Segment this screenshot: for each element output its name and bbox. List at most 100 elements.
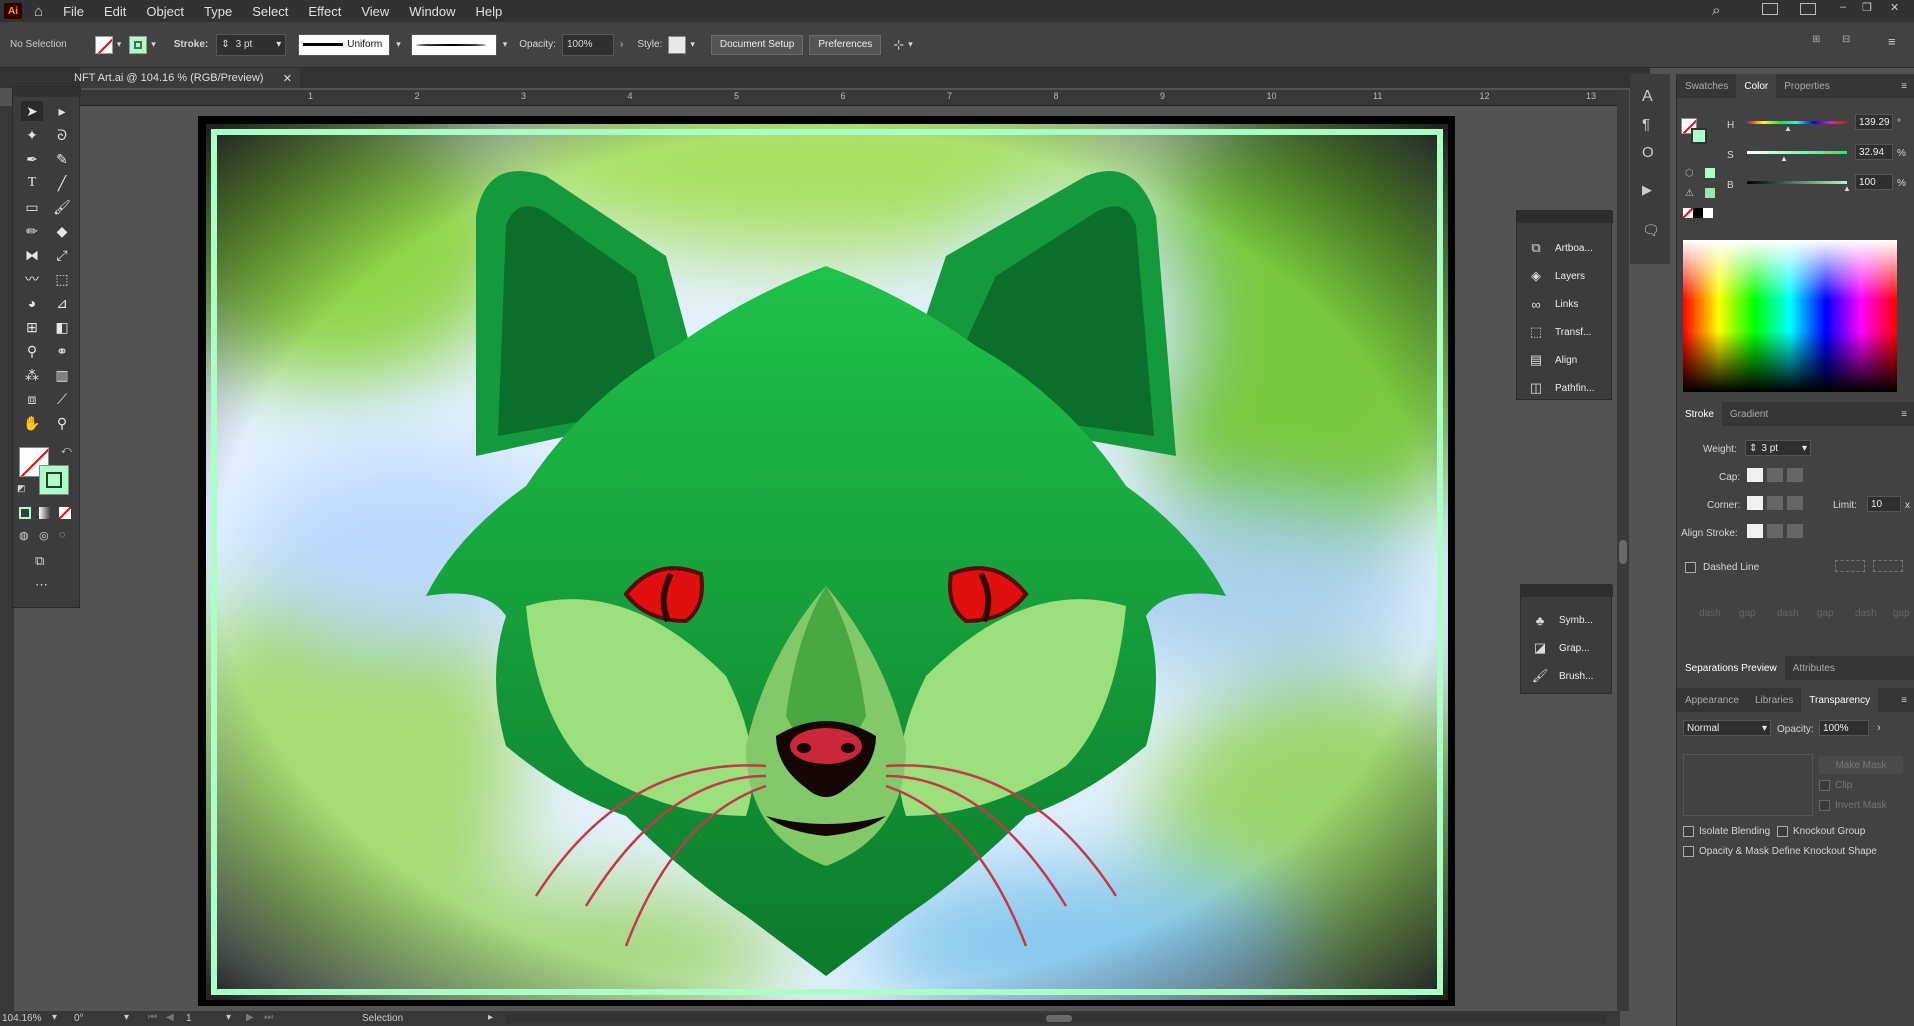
chevron-down-icon[interactable]: ▾	[1762, 723, 1767, 734]
restore-icon[interactable]: ❐	[1862, 1, 1872, 14]
play-actions-icon[interactable]: ▶	[1642, 182, 1652, 198]
artboard-tool-icon[interactable]: ⧈	[21, 389, 43, 409]
symbol-sprayer-icon[interactable]: ⁂	[21, 365, 43, 385]
tab-stroke[interactable]: Stroke	[1677, 402, 1722, 426]
align-inside-button[interactable]	[1767, 524, 1783, 538]
transform-panel-button[interactable]: ⬚ Transf...	[1527, 324, 1591, 339]
stroke-weight-field[interactable]: ⇕ 3 pt ▾	[216, 33, 287, 56]
panel-menu-icon[interactable]: ≡	[1893, 409, 1914, 420]
transform-icon[interactable]: ⊟	[1842, 34, 1850, 45]
b-value[interactable]: 100	[1855, 174, 1893, 190]
layers-panel-button[interactable]: ◈ Layers	[1527, 268, 1585, 283]
hue-slider-thumb[interactable]: ▲	[1784, 124, 1792, 133]
chevron-down-icon[interactable]: ▾	[226, 1012, 231, 1023]
menu-select[interactable]: Select	[242, 4, 298, 19]
tab-attributes[interactable]: Attributes	[1785, 663, 1843, 674]
links-panel-button[interactable]: ∞ Links	[1527, 297, 1578, 312]
dashed-line-checkbox[interactable]	[1685, 562, 1696, 573]
chevron-down-icon[interactable]: ▾	[908, 39, 913, 50]
shape-builder-icon[interactable]: ◕	[21, 293, 43, 313]
tab-separations-preview[interactable]: Separations Preview	[1677, 656, 1785, 680]
horizontal-scroll-thumb[interactable]	[1046, 1015, 1072, 1022]
web-safe-icon[interactable]: ⬡	[1685, 168, 1694, 179]
tab-libraries[interactable]: Libraries	[1747, 695, 1801, 706]
menu-icon[interactable]: ≡	[1888, 34, 1896, 49]
align-center-button[interactable]	[1747, 524, 1763, 538]
round-join-button[interactable]	[1767, 496, 1783, 510]
magic-wand-icon[interactable]: ✦	[21, 125, 43, 145]
brightness-slider-thumb[interactable]: ▲	[1843, 184, 1851, 193]
type-tool-icon[interactable]: T	[21, 173, 43, 193]
align-panel-icon[interactable]: ⊞	[1812, 34, 1820, 45]
symbols-panel-button[interactable]: ♣ Symb...	[1531, 613, 1593, 628]
menu-help[interactable]: Help	[466, 4, 513, 19]
menu-edit[interactable]: Edit	[94, 4, 136, 19]
none-mode-icon[interactable]	[59, 507, 71, 519]
reflect-tool-icon[interactable]: ⧓	[21, 245, 43, 265]
fill-stroke-indicator[interactable]	[1681, 112, 1709, 152]
chevron-down-icon[interactable]: ▾	[52, 1012, 57, 1023]
miter-join-button[interactable]	[1747, 496, 1763, 510]
artboard-number[interactable]: 1	[186, 1013, 192, 1024]
gradient-tool-icon[interactable]: ◧	[51, 317, 73, 337]
gamut-warning-icon[interactable]: ⚠	[1685, 188, 1694, 199]
gradient-mode-icon[interactable]	[39, 507, 51, 519]
line-tool-icon[interactable]: ╱	[51, 173, 73, 193]
invert-mask-checkbox[interactable]	[1819, 800, 1830, 811]
gamut-swatch[interactable]	[1705, 188, 1715, 198]
arrange-icon[interactable]: ⊹	[893, 37, 904, 53]
make-mask-button[interactable]: Make Mask	[1819, 756, 1903, 774]
eraser-icon[interactable]: ◆	[51, 221, 73, 241]
character-icon[interactable]: A	[1642, 88, 1653, 106]
chevron-right-icon[interactable]: ›	[620, 39, 623, 50]
round-cap-button[interactable]	[1767, 468, 1783, 482]
tab-properties[interactable]: Properties	[1776, 81, 1838, 92]
artboards-panel-button[interactable]: ⧉ Artboa...	[1527, 240, 1592, 255]
rectangle-tool-icon[interactable]: ▭	[21, 197, 43, 217]
menu-file[interactable]: File	[53, 4, 94, 19]
screen-mode-icon[interactable]: ⧉	[35, 553, 44, 569]
brushes-panel-button[interactable]: 🖌 Brush...	[1531, 668, 1594, 683]
artboard[interactable]	[206, 124, 1448, 1000]
document-setup-button[interactable]: Document Setup	[710, 34, 804, 55]
dash-preserve-icon[interactable]	[1835, 560, 1865, 572]
tab-transparency[interactable]: Transparency	[1801, 688, 1879, 712]
eyedropper-icon[interactable]: ⚲	[21, 341, 43, 361]
align-panel-button[interactable]: ▤ Align	[1527, 352, 1577, 367]
column-graph-icon[interactable]: ▥	[51, 365, 73, 385]
butt-cap-button[interactable]	[1747, 468, 1763, 482]
tab-swatches[interactable]: Swatches	[1677, 81, 1736, 92]
white-swatch[interactable]	[1703, 208, 1713, 218]
vertical-scrollbar[interactable]	[1617, 90, 1629, 1011]
warp-tool-icon[interactable]: 〰	[21, 269, 43, 289]
pencil-icon[interactable]: ✏	[21, 221, 43, 241]
document-tab[interactable]: NFT Art.ai @ 104.16 % (RGB/Preview) ✕	[74, 68, 300, 88]
preferences-button[interactable]: Preferences	[809, 34, 882, 55]
curvature-tool-icon[interactable]: ✎	[51, 149, 73, 169]
stepper-icon[interactable]: ⇕	[1749, 443, 1757, 454]
close-tab-icon[interactable]: ✕	[283, 72, 292, 85]
panel-menu-icon[interactable]: ≡	[1893, 81, 1914, 92]
none-color-swatch[interactable]	[1683, 208, 1693, 218]
hand-tool-icon[interactable]: ✋	[21, 413, 43, 433]
search-icon[interactable]: ⌕	[1712, 2, 1720, 19]
next-artboard-icon[interactable]: ▶	[246, 1012, 254, 1023]
stroke-color-box[interactable]	[39, 465, 69, 495]
chevron-down-icon[interactable]: ▾	[396, 39, 401, 50]
web-safe-swatch[interactable]	[1705, 168, 1715, 178]
chevron-down-icon[interactable]: ▾	[690, 39, 695, 50]
draw-mode-icon[interactable]: ◍	[19, 529, 29, 542]
knockout-group-checkbox[interactable]	[1777, 826, 1788, 837]
isolate-blending-checkbox[interactable]	[1683, 826, 1694, 837]
stroke-label[interactable]: Stroke:	[174, 39, 208, 50]
dash-align-icon[interactable]	[1873, 560, 1903, 572]
menu-view[interactable]: View	[351, 4, 399, 19]
bevel-join-button[interactable]	[1787, 496, 1803, 510]
previous-artboard-icon[interactable]: ◀	[166, 1012, 174, 1023]
opacity-mask-knockout-checkbox[interactable]	[1683, 846, 1694, 857]
mesh-tool-icon[interactable]: ⊞	[21, 317, 43, 337]
tab-appearance[interactable]: Appearance	[1677, 695, 1747, 706]
scale-tool-icon[interactable]: ⤢	[51, 245, 73, 265]
stroke-swatch[interactable]	[129, 35, 148, 54]
opacity-label[interactable]: Opacity:	[519, 39, 556, 50]
